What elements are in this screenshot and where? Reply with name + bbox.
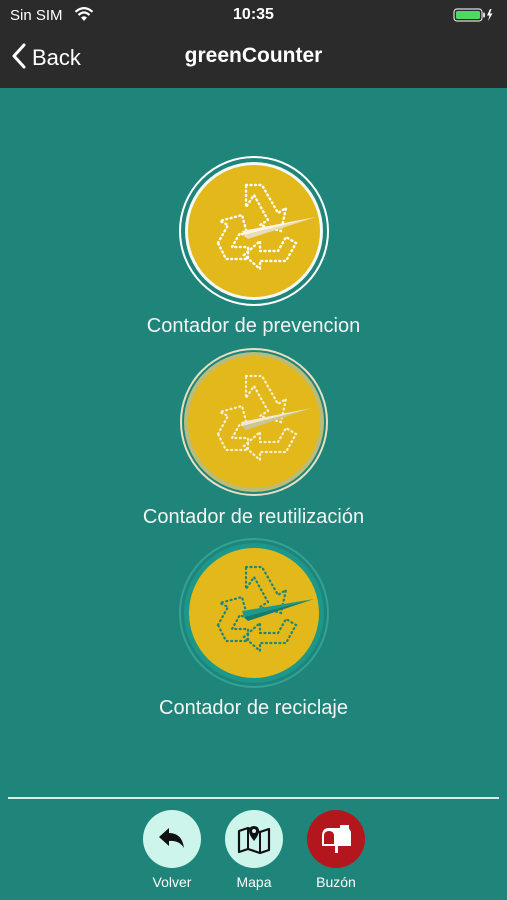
page-title: greenCounter (184, 44, 323, 67)
navigation-bar: Back greenCounter (0, 30, 507, 88)
tab-label: Volver (152, 874, 192, 890)
gauge-recycle-icon (179, 348, 328, 496)
tab-label: Buzón (316, 874, 356, 890)
tab-label: Mapa (236, 874, 272, 890)
volver-button[interactable]: Volver (140, 810, 204, 890)
gauge-recycle-icon (178, 156, 329, 306)
counter-reutilizacion[interactable]: Contador de reutilización (0, 346, 507, 529)
map-icon (225, 810, 283, 868)
battery-icon (453, 8, 495, 22)
buzon-button[interactable]: Buzón (304, 810, 368, 890)
counter-label: Contador de prevencion (146, 315, 361, 337)
clock: 10:35 (233, 6, 274, 23)
counter-reciclaje[interactable]: Contador de reciclaje (0, 537, 507, 720)
counter-prevencion[interactable]: Contador de prevencion (0, 155, 507, 338)
undo-arrow-icon (143, 810, 201, 868)
counter-label: Contador de reciclaje (159, 697, 348, 719)
top-bar: Sin SIM 10:35 Back greenCounter (0, 0, 507, 88)
mailbox-icon (307, 810, 365, 868)
counter-label: Contador de reutilización (142, 506, 365, 528)
mapa-button[interactable]: Mapa (222, 810, 286, 890)
gauge-recycle-icon (178, 538, 329, 688)
status-bar: Sin SIM 10:35 (0, 0, 507, 30)
divider (8, 797, 499, 799)
